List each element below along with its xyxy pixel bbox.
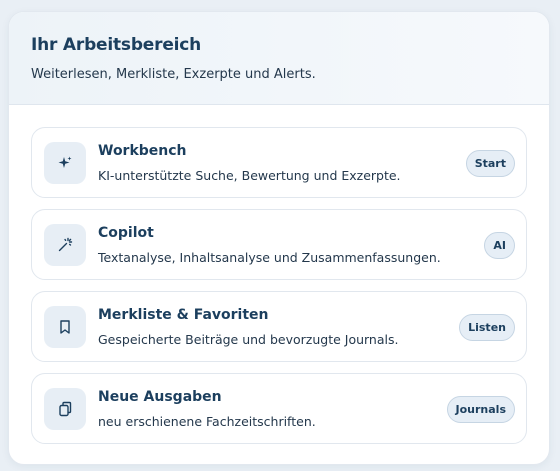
neue-ausgaben-title: Neue Ausgaben (98, 389, 222, 405)
merkliste-item[interactable]: Merkliste & Favoriten Gespeicherte Beitr… (31, 291, 527, 362)
workbench-title: Workbench (98, 143, 187, 159)
listen-badge[interactable]: Listen (459, 314, 515, 341)
workbench-item[interactable]: Workbench KI-unterstützte Suche, Bewertu… (31, 127, 527, 198)
ai-badge[interactable]: AI (484, 232, 515, 259)
workbench-description: KI-unterstützte Suche, Bewertung und Exz… (98, 168, 401, 183)
journals-badge[interactable]: Journals (446, 396, 515, 423)
copilot-title: Copilot (98, 225, 154, 241)
sparkles-icon (44, 142, 86, 184)
bookmark-icon (44, 306, 86, 348)
workspace-list: Workbench KI-unterstützte Suche, Bewertu… (9, 105, 549, 444)
workspace-card: Ihr Arbeitsbereich Weiterlesen, Merklist… (8, 11, 550, 465)
magic-wand-icon (44, 224, 86, 266)
copilot-item[interactable]: Copilot Textanalyse, Inhaltsanalyse und … (31, 209, 527, 280)
start-badge[interactable]: Start (465, 150, 515, 177)
workspace-header: Ihr Arbeitsbereich Weiterlesen, Merklist… (9, 12, 549, 105)
workspace-title: Ihr Arbeitsbereich (31, 35, 202, 55)
merkliste-title: Merkliste & Favoriten (98, 307, 269, 323)
workspace-subtitle: Weiterlesen, Merkliste, Exzerpte und Ale… (31, 67, 316, 82)
merkliste-description: Gespeicherte Beiträge und bevorzugte Jou… (98, 332, 399, 347)
neue-ausgaben-description: neu erschienene Fachzeitschriften. (98, 414, 316, 429)
copy-icon (44, 388, 86, 430)
neue-ausgaben-item[interactable]: Neue Ausgaben neu erschienene Fachzeitsc… (31, 373, 527, 444)
copilot-description: Textanalyse, Inhaltsanalyse und Zusammen… (98, 250, 441, 265)
